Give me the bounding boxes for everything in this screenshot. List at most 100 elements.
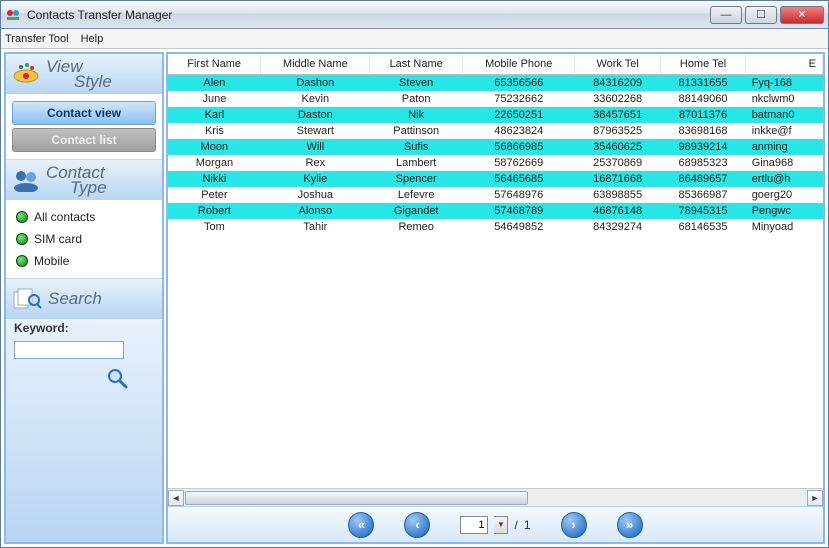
- col-email[interactable]: E: [746, 54, 823, 75]
- maximize-button[interactable]: ☐: [745, 6, 777, 24]
- next-page-button[interactable]: ›: [561, 512, 587, 538]
- col-mobile-phone[interactable]: Mobile Phone: [463, 54, 575, 75]
- contact-type-label2: Type: [46, 180, 107, 195]
- col-home-tel[interactable]: Home Tel: [660, 54, 745, 75]
- main-panel: First Name Middle Name Last Name Mobile …: [166, 52, 825, 544]
- table-cell: Lefevre: [370, 187, 463, 203]
- table-cell: 98939214: [660, 139, 745, 155]
- table-row[interactable]: TomTahirRemeo546498528432927468146535Min…: [168, 219, 823, 235]
- table-cell: Minyoad: [746, 219, 823, 235]
- app-icon: [5, 7, 21, 23]
- table-cell: 87963525: [575, 123, 660, 139]
- search-header: Search: [6, 279, 162, 319]
- menubar: Transfer Tool Help: [1, 29, 828, 49]
- contact-list-button[interactable]: Contact list: [12, 128, 156, 152]
- table-row[interactable]: KarlDastonNik226502513845765187011376bat…: [168, 107, 823, 123]
- table-row[interactable]: RobertAlonsoGigandet57468789468761487894…: [168, 203, 823, 219]
- people-icon: [12, 168, 40, 192]
- view-style-label2: Style: [46, 74, 112, 89]
- table-row[interactable]: KrisStewartPattinson48623824879635258369…: [168, 123, 823, 139]
- table-cell: 75232662: [463, 91, 575, 107]
- scroll-thumb[interactable]: [185, 491, 528, 505]
- table-cell: Nik: [370, 107, 463, 123]
- keyword-section: Keyword:: [6, 319, 162, 542]
- keyword-input[interactable]: [14, 341, 124, 359]
- table-cell: Pattinson: [370, 123, 463, 139]
- table-cell: ertlu@h: [746, 171, 823, 187]
- table-cell: 63898855: [575, 187, 660, 203]
- window-controls: — ☐ ✕: [710, 6, 824, 24]
- table-row[interactable]: PeterJoshuaLefevre5764897663898855853669…: [168, 187, 823, 203]
- horizontal-scrollbar[interactable]: ◄ ►: [168, 488, 823, 506]
- minimize-button[interactable]: —: [710, 6, 742, 24]
- table-cell: 81331655: [660, 75, 745, 92]
- table-cell: 83698168: [660, 123, 745, 139]
- last-page-button[interactable]: »: [617, 512, 643, 538]
- table-cell: Pengwc: [746, 203, 823, 219]
- scroll-right-button[interactable]: ►: [807, 490, 823, 506]
- table-cell: 87011376: [660, 107, 745, 123]
- filter-sim-label: SIM card: [34, 232, 82, 246]
- contacts-table[interactable]: First Name Middle Name Last Name Mobile …: [168, 54, 823, 235]
- table-cell: goerg20: [746, 187, 823, 203]
- table-cell: Stewart: [261, 123, 370, 139]
- page-dropdown[interactable]: ▼: [494, 516, 508, 534]
- table-cell: Kevin: [261, 91, 370, 107]
- search-label: Search: [48, 289, 102, 309]
- window-title: Contacts Transfer Manager: [27, 8, 710, 22]
- page-sep: /: [514, 518, 517, 532]
- col-middle-name[interactable]: Middle Name: [261, 54, 370, 75]
- close-button[interactable]: ✕: [780, 6, 824, 24]
- table-row[interactable]: MoonWillSufis568669853546062598939214anm…: [168, 139, 823, 155]
- table-cell: Peter: [168, 187, 261, 203]
- table-cell: Rex: [261, 155, 370, 171]
- table-cell: 56465685: [463, 171, 575, 187]
- eye-icon: [12, 62, 40, 86]
- prev-page-button[interactable]: ‹: [404, 512, 430, 538]
- table-row[interactable]: MorganRexLambert587626692537086968985323…: [168, 155, 823, 171]
- radio-icon: [16, 211, 28, 223]
- table-cell: 84329274: [575, 219, 660, 235]
- table-cell: Kylie: [261, 171, 370, 187]
- table-cell: 58762669: [463, 155, 575, 171]
- page-input[interactable]: [460, 516, 488, 534]
- table-cell: Gigandet: [370, 203, 463, 219]
- table-cell: 56866985: [463, 139, 575, 155]
- table-cell: Dashon: [261, 75, 370, 92]
- radio-icon: [16, 255, 28, 267]
- nav-section: Contact view Contact list: [6, 94, 162, 160]
- table-cell: Lambert: [370, 155, 463, 171]
- table-row[interactable]: NikkiKylieSpencer56465685168716688648965…: [168, 171, 823, 187]
- col-last-name[interactable]: Last Name: [370, 54, 463, 75]
- menu-transfer-tool[interactable]: Transfer Tool: [5, 33, 69, 45]
- first-page-button[interactable]: «: [348, 512, 374, 538]
- table-cell: Spencer: [370, 171, 463, 187]
- table-cell: 22650251: [463, 107, 575, 123]
- table-cell: Sufis: [370, 139, 463, 155]
- col-first-name[interactable]: First Name: [168, 54, 261, 75]
- pager: « ‹ ▼ / 1 › »: [168, 506, 823, 542]
- table-cell: Fyq-168: [746, 75, 823, 92]
- table-cell: Paton: [370, 91, 463, 107]
- table-cell: 85366987: [660, 187, 745, 203]
- window: Contacts Transfer Manager — ☐ ✕ Transfer…: [0, 0, 829, 548]
- filter-all-contacts[interactable]: All contacts: [10, 206, 158, 228]
- table-row[interactable]: AlenDashonSteven653565668431620981331655…: [168, 75, 823, 92]
- table-cell: Karl: [168, 107, 261, 123]
- table-row[interactable]: JuneKevinPaton752326623360226888149060nk…: [168, 91, 823, 107]
- scroll-track[interactable]: [184, 490, 807, 506]
- table-cell: 84316209: [575, 75, 660, 92]
- filter-mobile[interactable]: Mobile: [10, 250, 158, 272]
- contact-view-button[interactable]: Contact view: [12, 101, 156, 125]
- table-cell: June: [168, 91, 261, 107]
- table-cell: 38457651: [575, 107, 660, 123]
- table-cell: 48623824: [463, 123, 575, 139]
- search-icon[interactable]: [106, 367, 128, 389]
- filter-sim-card[interactable]: SIM card: [10, 228, 158, 250]
- table-cell: batman0: [746, 107, 823, 123]
- table-cell: 54649852: [463, 219, 575, 235]
- scroll-left-button[interactable]: ◄: [168, 490, 184, 506]
- col-work-tel[interactable]: Work Tel: [575, 54, 660, 75]
- menu-help[interactable]: Help: [81, 33, 104, 45]
- filter-section: All contacts SIM card Mobile: [6, 200, 162, 279]
